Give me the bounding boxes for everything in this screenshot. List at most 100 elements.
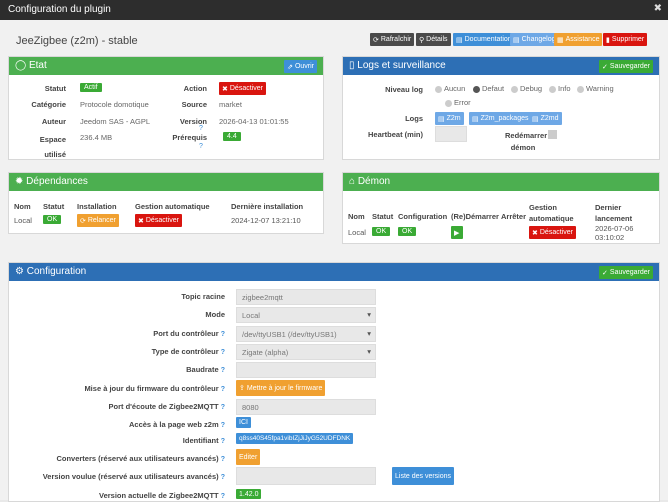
etat-header: ◯ Etat [9,57,323,75]
book-icon: ▤ [513,36,520,44]
categorie-label: Catégorie [31,100,66,109]
level-defaut[interactable]: Defaut [473,84,504,93]
dep-name: Local [14,216,32,225]
col-redemarrer: (Re)Démarrer [451,212,499,221]
baudrate-input[interactable] [236,362,376,378]
open-button[interactable]: ⇗ Ouvrir [284,60,317,73]
file-icon: ▤ [438,115,445,123]
assistance-button[interactable]: ▦ Assistance [554,33,603,46]
university-icon: ⌂ [349,176,358,187]
gear-icon: ✹ [15,176,27,187]
dependances-panel: ✹ Dépendances Nom Statut Installation Ge… [8,172,324,234]
logs-save-button[interactable]: ✓ Sauvegarder [599,60,653,73]
config-save-button[interactable]: ✓ Sauvegarder [599,266,653,279]
web-access-label: Accès à la page web z2m ? [128,420,225,429]
list-versions-button[interactable]: Liste des versions [392,467,455,485]
demon-header: ⌂ Démon [343,173,659,191]
level-debug[interactable]: Debug [511,84,542,93]
logs-label: Logs [405,114,423,123]
col-statut: Statut [43,202,65,211]
delete-button[interactable]: ▮ Supprimer [603,33,648,46]
restart-demon-label: Redémarrer démon [505,131,548,152]
dep-last-install: 2024-12-07 13:21:10 [231,216,301,225]
log-z2m-button[interactable]: ▤ Z2m [435,112,464,125]
wanted-version-input[interactable] [236,467,376,485]
demon-name: Local [348,228,366,237]
port-select[interactable]: /dev/ttyUSB1 (/dev/ttyUSB1) [236,326,376,342]
disable-plugin-button[interactable]: ✖ Désactiver [219,82,266,95]
niveau-log-label: Niveau log [385,85,423,94]
refresh-button[interactable]: ⟳ Rafraîchir [370,33,415,46]
prerequis-label: Prérequis [172,133,207,142]
check-icon: ✓ [602,63,608,71]
window-titlebar: Configuration du plugin ✖ [0,0,668,20]
web-link-button[interactable]: ICI [236,417,251,428]
current-version-label: Version actuelle de Zigbee2MQTT ? [99,491,225,500]
help-icon[interactable]: ? [199,125,203,132]
mode-select[interactable]: Local [236,307,376,323]
help-icon: ? [220,422,225,429]
categorie-value: Protocole domotique [80,100,149,109]
log-z2m-packages-button[interactable]: ▤ Z2m_packages [469,112,532,125]
help-icon: ? [220,474,225,481]
identifiant-badge: q8ss40S45fpa1vibIZjJiJyG52UDFDNK [236,433,354,444]
espace-label: Espace utilisé [39,135,66,159]
col-configuration: Configuration [398,212,448,221]
file-icon: ▤ [472,115,479,123]
level-aucun[interactable]: Aucun [435,84,465,93]
help-icon: ? [220,367,225,374]
identifiant-label: Identifiant ? [182,436,225,445]
help-icon: ? [220,349,225,356]
listen-port-input[interactable]: 8080 [236,399,376,415]
help-icon: ? [220,404,225,411]
restart-checkbox[interactable] [548,130,557,139]
play-button[interactable]: ▶ [451,226,463,239]
relancer-button[interactable]: ⟳ Relancer [77,214,119,227]
col-arreter: Arrêter [501,212,527,221]
converters-label: Converters (réservé aux utilisateurs ava… [56,454,225,463]
help-icon: ? [220,456,225,463]
col-installation: Installation [77,202,117,211]
topic-label: Topic racine [181,292,225,301]
heartbeat-input[interactable] [435,126,467,142]
update-firmware-button[interactable]: ⇪ Mettre à jour le firmware [236,380,326,396]
level-info[interactable]: Info [549,84,571,93]
help-icon[interactable]: ? [199,143,203,150]
search-icon: ⚲ [419,36,425,44]
baudrate-label: Baudrate ? [186,365,225,374]
demon-panel: ⌂ Démon Nom Statut Configuration (Re)Dém… [342,172,660,244]
circle-icon: ◯ [15,60,29,71]
details-button[interactable]: ⚲ Détails [416,33,451,46]
firmware-label: Mise à jour du firmware du contrôleur ? [84,384,225,393]
log-z2md-button[interactable]: ▤ Z2md [529,112,562,125]
times-icon: ✖ [138,217,144,225]
documentation-button[interactable]: ▤ Documentation [453,33,515,46]
ticket-icon: ▦ [557,36,564,44]
edit-converters-button[interactable]: Editer [236,449,261,465]
level-warning[interactable]: Warning [577,84,614,93]
dep-disable-button[interactable]: ✖ Désactiver [135,214,182,227]
demon-disable-button[interactable]: ✖ Désactiver [529,226,576,239]
book-icon: ▤ [456,36,463,44]
type-controleur-label: Type de contrôleur ? [151,347,225,356]
col-dernier-lancement: Dernier lancement [595,203,633,223]
close-icon[interactable]: ✖ [654,3,662,14]
file-icon: ▤ [532,115,539,123]
changelog-button[interactable]: ▤ Changelog [510,33,559,46]
level-error[interactable]: Error [445,98,471,107]
upload-icon: ⇪ [239,385,245,392]
type-select[interactable]: Zigate (alpha) [236,344,376,360]
logs-panel: ▯ Logs et surveillance ✓ Sauvegarder Nive… [342,56,660,160]
demon-config-badge: OK [398,227,417,236]
plugin-title: JeeZigbee (z2m) - stable [16,35,138,47]
play-icon: ▶ [454,229,460,237]
topic-input[interactable]: zigbee2mqtt [236,289,376,305]
auteur-label: Auteur [41,117,66,126]
configuration-panel: ⚙ Configuration ✓ Sauvegarder Topic racin… [8,262,660,502]
espace-value: 236.4 MB [80,133,113,142]
trash-icon: ▮ [606,36,610,44]
version-value: 2026-04-13 01:01:55 [219,117,289,126]
current-version-badge: 1.42.0 [236,489,262,499]
mode-label: Mode [205,310,225,319]
help-icon: ? [220,331,225,338]
